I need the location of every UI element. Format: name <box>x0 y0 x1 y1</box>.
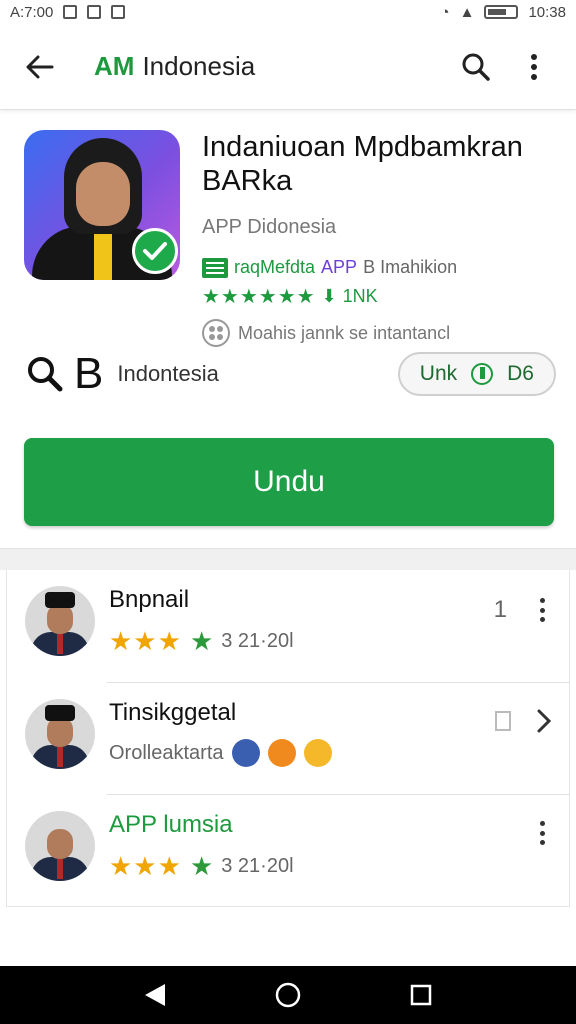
review-meta: ★★★ ★ 3 21·20l <box>109 626 494 657</box>
signal-icon: ▲ <box>459 3 475 21</box>
document-icon <box>495 711 511 731</box>
developer-name[interactable]: APP Didonesia <box>202 216 552 239</box>
category-line: raqMefdta APP B Imahikion <box>202 257 552 278</box>
emoji-icon <box>267 739 296 767</box>
rating-text: 1NK <box>342 286 378 306</box>
qb-icons: B <box>26 349 103 399</box>
avatar-face <box>47 604 73 634</box>
search-icon <box>28 357 63 392</box>
review-body: Bnpnail ★★★ ★ 3 21·20l <box>109 586 494 657</box>
search-icon[interactable] <box>456 47 496 87</box>
back-arrow-icon[interactable] <box>22 49 58 85</box>
rating-stars-icon: ★★★★★★ <box>202 286 316 308</box>
app-icon-face <box>76 162 130 226</box>
list-item[interactable]: APP lumsia ★★★ ★ 3 21·20l <box>25 794 569 906</box>
notification-icon <box>111 5 126 19</box>
avatar <box>25 586 95 656</box>
status-left: A:7:00 <box>10 3 126 21</box>
title-text: Indonesia <box>142 51 256 81</box>
review-actions <box>533 821 551 845</box>
b-letter-icon: B <box>74 349 104 398</box>
review-body: APP lumsia ★★★ ★ 3 21·20l <box>109 811 533 882</box>
list-item[interactable]: Bnpnail ★★★ ★ 3 21·20l 1 <box>7 570 569 682</box>
more-vert-icon[interactable] <box>533 821 551 845</box>
category-purple-text: APP <box>321 257 358 277</box>
download-icon: ⬇ <box>321 286 337 306</box>
ads-icon <box>202 319 230 347</box>
ads-text: Moahis jannk se intantancl <box>238 322 451 343</box>
avatar-tie <box>57 634 63 654</box>
status-bar: A:7:00 ◔ ▲ 10:38 <box>0 0 576 24</box>
alarm-icon: ◔ <box>440 3 450 21</box>
emoji-icon <box>231 739 260 767</box>
status-right: ◔ ▲ 10:38 <box>441 4 566 21</box>
avatar <box>25 811 95 881</box>
star-rating-icon: ★★★ <box>109 626 182 656</box>
nav-back-icon[interactable] <box>143 982 167 1008</box>
nav-home-icon[interactable] <box>274 981 302 1009</box>
app-store-page: A:7:00 ◔ ▲ 10:38 AM Indonesia Indaniuoan… <box>0 0 576 1024</box>
verified-check-icon <box>132 228 178 274</box>
app-bar: AM Indonesia <box>0 24 576 110</box>
review-meta: ★★★ ★ 3 21·20l <box>109 851 533 882</box>
review-name: APP lumsia <box>109 811 233 838</box>
avatar <box>25 699 95 769</box>
avatar-tie <box>57 747 63 767</box>
install-button[interactable]: Undu <box>24 438 554 526</box>
nav-recents-icon[interactable] <box>409 983 433 1007</box>
rating-line: ★★★★★★ ⬇ 1NK <box>202 284 552 309</box>
app-header: Indaniuoan Mpdbamkran BARka APP Didonesi… <box>0 110 576 347</box>
review-actions: 1 <box>494 596 551 624</box>
emoji-icon <box>303 739 332 767</box>
size-pill[interactable]: Unk D6 <box>397 352 556 396</box>
review-date: 3 21·20l <box>221 630 294 652</box>
page-title: AM Indonesia <box>94 51 438 82</box>
app-icon-stripe <box>94 230 112 280</box>
review-subtitle: Orolleaktarta <box>109 741 224 764</box>
star-rating-icon: ★★★ <box>109 851 182 881</box>
review-list: Bnpnail ★★★ ★ 3 21·20l 1 Tinsikggetal Or… <box>6 570 570 907</box>
list-item[interactable]: Tinsikggetal Orolleaktarta <box>25 682 569 794</box>
review-count: 1 <box>493 596 507 623</box>
review-name: Bnpnail <box>109 586 190 613</box>
status-time-left: A:7:00 <box>10 3 54 21</box>
section-divider <box>0 548 576 570</box>
more-vert-icon[interactable] <box>514 47 554 87</box>
avatar-hat <box>45 705 75 721</box>
review-meta: Orolleaktarta <box>109 739 495 767</box>
pill-value: D6 <box>507 362 534 385</box>
notification-icon <box>87 5 102 19</box>
review-name: Tinsikggetal <box>109 699 237 726</box>
ads-line: Moahis jannk se intantancl <box>202 319 552 347</box>
app-info: Indaniuoan Mpdbamkran BARka APP Didonesi… <box>202 130 552 347</box>
meta-label: Indontesia <box>117 361 219 386</box>
chevron-right-icon[interactable] <box>537 709 551 733</box>
system-nav-bar <box>0 966 576 1024</box>
category-icon <box>202 257 228 278</box>
avatar-face <box>47 717 73 747</box>
app-icon <box>24 130 180 280</box>
avatar-tie <box>57 859 63 879</box>
half-star-icon: ★ <box>189 851 214 881</box>
review-date: 3 21·20l <box>221 855 294 877</box>
review-body: Tinsikggetal Orolleaktarta <box>109 699 495 767</box>
avatar-hat <box>45 592 75 608</box>
app-name: Indaniuoan Mpdbamkran BARka <box>202 131 523 197</box>
review-actions <box>495 709 551 733</box>
category-green-text: raqMefdta <box>234 257 316 277</box>
battery-icon <box>484 5 519 19</box>
pill-text: Unk <box>419 362 458 385</box>
brand-logo-text: AM <box>94 51 135 81</box>
half-star-icon: ★ <box>189 626 214 656</box>
notification-icon <box>63 5 78 19</box>
status-clock: 10:38 <box>528 3 566 21</box>
category-rest-text: B Imahikion <box>363 257 458 277</box>
more-vert-icon[interactable] <box>533 598 551 622</box>
download-icon <box>471 363 494 385</box>
avatar-face <box>47 829 73 859</box>
